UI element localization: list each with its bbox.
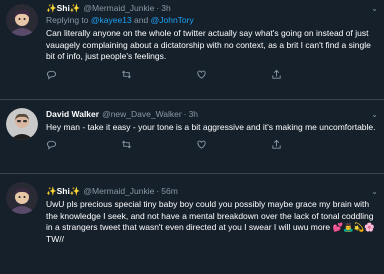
tweet-1-avatar[interactable] — [6, 4, 38, 36]
separator: · — [156, 3, 160, 13]
tweet-2-header: David Walker @new_Dave_Walker · 3h — [46, 109, 378, 120]
like-button[interactable] — [196, 69, 271, 81]
reply-joiner: and — [134, 15, 149, 25]
user-handle[interactable]: @new_Dave_Walker — [102, 109, 182, 120]
retweet-icon — [122, 70, 131, 79]
tweet-actions — [46, 69, 346, 81]
tweet-3-header: ✨Shi✨ @Mermaid_Junkie · 56m — [46, 186, 378, 197]
retweet-button[interactable] — [121, 69, 196, 81]
share-button[interactable] — [271, 69, 346, 81]
tweet-text: UwU pls precious special tiny baby boy c… — [46, 199, 375, 244]
display-name[interactable]: ✨Shi✨ — [46, 186, 80, 197]
separator: · — [156, 186, 160, 196]
timestamp[interactable]: 56m — [161, 186, 178, 197]
mention-link[interactable]: @JohnTory — [151, 15, 194, 25]
user-handle[interactable]: @Mermaid_Junkie — [83, 3, 154, 14]
like-icon — [197, 70, 206, 79]
more-caret-icon[interactable]: ⌄ — [371, 109, 378, 120]
reply-context: Replying to @kayee13 and @JohnTory — [46, 15, 378, 26]
tweet-3-avatar[interactable] — [6, 182, 38, 214]
separator: · — [183, 109, 187, 119]
more-caret-icon[interactable]: ⌄ — [371, 186, 378, 197]
reply-icon — [46, 140, 57, 150]
display-name[interactable]: ✨Shi✨ — [46, 3, 80, 14]
reply-button[interactable] — [46, 139, 121, 151]
tweet-divider — [0, 173, 384, 174]
share-icon — [272, 69, 281, 79]
tweet-actions — [46, 139, 346, 151]
reply-icon — [46, 70, 57, 80]
tweet-1-header: ✨Shi✨ @Mermaid_Junkie · 3h — [46, 3, 378, 14]
tweet-text: Can literally anyone on the whole of twi… — [46, 28, 371, 61]
reply-button[interactable] — [46, 69, 121, 81]
retweet-icon — [122, 140, 131, 149]
share-icon — [272, 139, 281, 149]
like-button[interactable] — [196, 139, 271, 151]
cartoon-avatar — [6, 182, 38, 214]
timestamp[interactable]: 3h — [161, 3, 170, 14]
tweet-divider — [0, 99, 384, 100]
display-name[interactable]: David Walker — [46, 109, 99, 120]
share-button[interactable] — [271, 139, 346, 151]
like-icon — [197, 140, 206, 149]
timestamp[interactable]: 3h — [189, 109, 198, 120]
photo-avatar — [6, 108, 38, 140]
tweet-text: Hey man - take it easy - your tone is a … — [46, 122, 376, 132]
mention-link[interactable]: @kayee13 — [91, 15, 132, 25]
cartoon-avatar — [6, 4, 38, 36]
user-handle[interactable]: @Mermaid_Junkie — [83, 186, 154, 197]
tweet-2-avatar[interactable] — [6, 108, 38, 140]
retweet-button[interactable] — [121, 139, 196, 151]
more-caret-icon[interactable]: ⌄ — [371, 3, 378, 14]
reply-prefix: Replying to — [46, 15, 89, 25]
tweet-thread: ✨Shi✨ @Mermaid_Junkie · 3h ⌄ Replying to… — [0, 0, 384, 274]
